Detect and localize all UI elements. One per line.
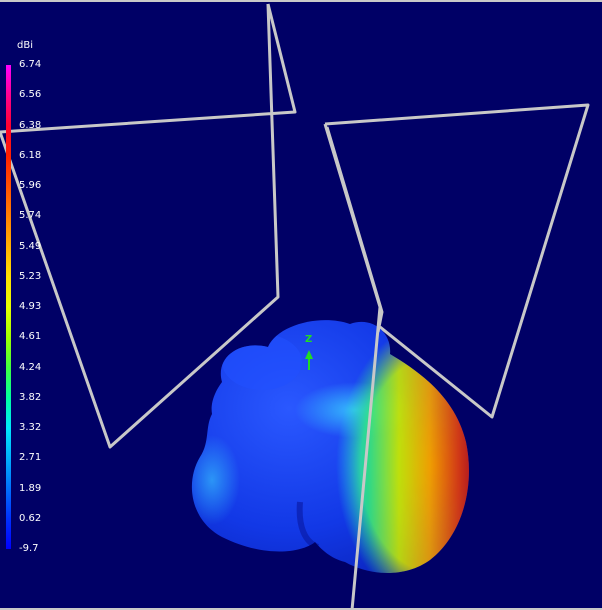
z-axis-arrow-icon <box>305 350 313 370</box>
legend-tick-label: 5.74 <box>19 210 42 222</box>
legend-tick-label: 4.24 <box>19 361 42 373</box>
legend-tick-label: 5.23 <box>19 270 42 282</box>
legend-tick-label: 3.82 <box>19 391 42 403</box>
legend-tick-label: -9.7 <box>19 543 39 554</box>
legend-tick-label: 0.62 <box>19 512 42 524</box>
legend-tick-label: 6.74 <box>19 59 42 70</box>
legend-color-bar <box>6 65 11 549</box>
legend-tick-label: 5.49 <box>19 240 42 252</box>
legend-tick-label: 4.61 <box>19 331 42 343</box>
legend-unit-label: dBi <box>17 40 33 51</box>
legend-tick-label: 5.96 <box>19 180 42 191</box>
legend-tick-label: 3.32 <box>19 422 42 433</box>
antenna-scene[interactable] <box>0 2 602 610</box>
z-axis-indicator: Z <box>305 334 315 374</box>
legend-tick-label: 2.71 <box>19 452 42 464</box>
legend-tick-label: 6.18 <box>19 149 42 161</box>
3d-radiation-pattern-viewport[interactable]: Z dBi 6.74 6.56 6.38 6.18 5.96 5.74 5.49 5.23 4.… <box>0 0 602 610</box>
legend-tick-label: 6.38 <box>19 119 42 131</box>
radiation-pattern-surface <box>191 320 469 573</box>
legend-tick-label: 6.56 <box>19 89 42 101</box>
legend-tick-label: 4.93 <box>19 301 42 312</box>
legend-tick-label: 1.89 <box>19 482 42 494</box>
gain-color-legend: dBi 6.74 6.56 6.38 6.18 5.96 5.74 5.49 5.23 4.93… <box>4 40 64 560</box>
